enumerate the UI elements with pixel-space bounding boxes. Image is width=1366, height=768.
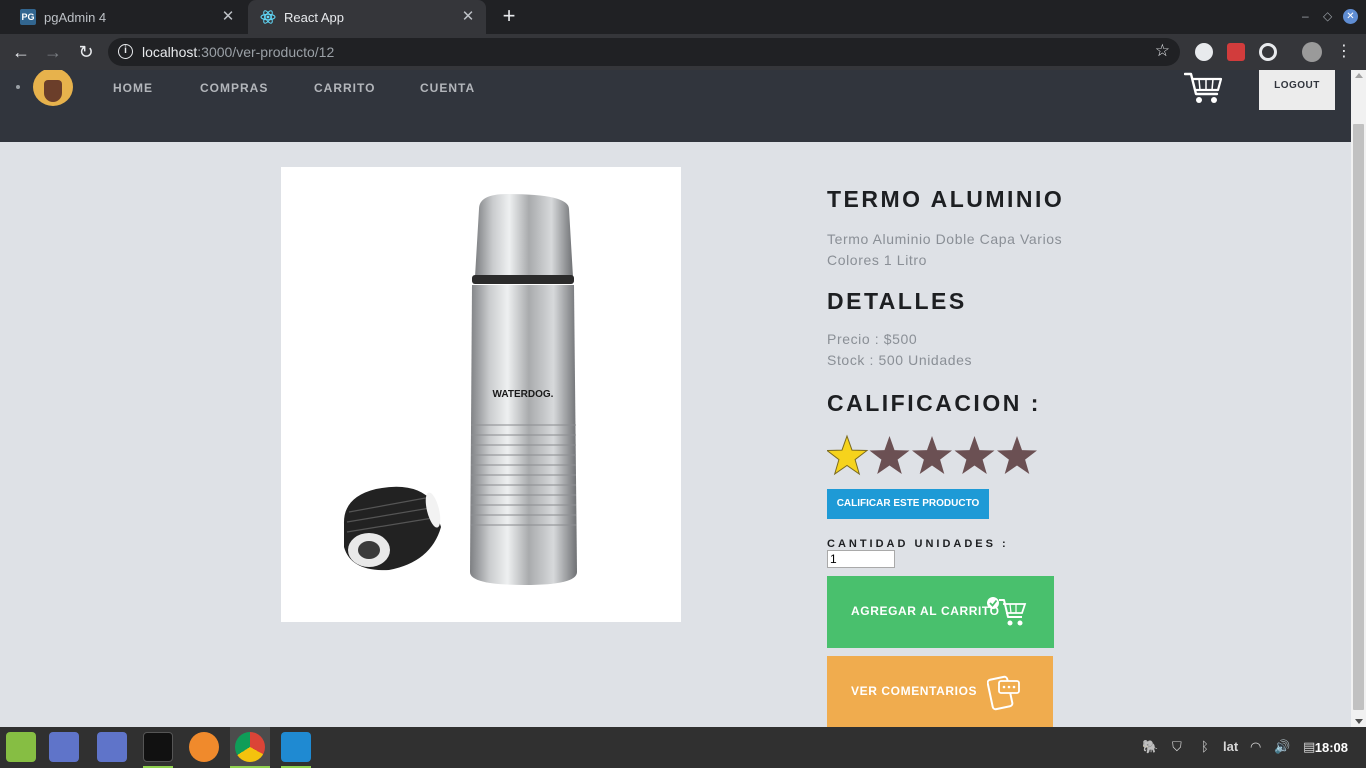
- close-icon[interactable]: ✕: [220, 9, 236, 25]
- site-navbar: HOME COMPRAS CARRITO CUENTA LOGOUT: [0, 70, 1351, 142]
- product-stock: Stock : 500 Unidades: [827, 352, 973, 368]
- menu-dots-icon[interactable]: ⋮: [1333, 41, 1355, 63]
- bluetooth-icon[interactable]: ᛒ: [1201, 739, 1209, 754]
- restore-icon[interactable]: ◇: [1323, 9, 1332, 23]
- window-close-icon[interactable]: ✕: [1343, 9, 1358, 24]
- product-image: WATERDOG.: [281, 167, 681, 622]
- nav-link-compras[interactable]: COMPRAS: [200, 81, 268, 95]
- wifi-icon[interactable]: ◠: [1250, 739, 1261, 755]
- firefox-icon[interactable]: [189, 732, 219, 762]
- reload-icon[interactable]: ↻: [75, 41, 97, 63]
- tab-title: pgAdmin 4: [44, 9, 107, 25]
- site-info-icon[interactable]: i: [118, 44, 133, 59]
- logo-mate-cup: [44, 80, 62, 102]
- minimize-icon[interactable]: –: [1302, 9, 1309, 23]
- os-taskbar: 🐘 ⛉ ᛒ lat ◠ 🔊 ▤ 18:08: [0, 727, 1366, 768]
- tab-pgadmin[interactable]: PG pgAdmin 4 ✕: [8, 0, 246, 34]
- tab-react-app[interactable]: React App ✕: [248, 0, 486, 34]
- page-scrollbar[interactable]: [1351, 70, 1366, 727]
- page-viewport: HOME COMPRAS CARRITO CUENTA LOGOUT WATER…: [0, 70, 1351, 727]
- terminal-icon[interactable]: [143, 732, 173, 762]
- profile-avatar[interactable]: [1302, 42, 1322, 62]
- add-to-cart-label: AGREGAR AL CARRITO: [851, 604, 1000, 618]
- url-path: :3000/ver-producto/12: [197, 44, 335, 60]
- quantity-input[interactable]: [827, 550, 895, 568]
- extension-icon[interactable]: [1227, 43, 1245, 61]
- logout-button[interactable]: LOGOUT: [1259, 70, 1335, 110]
- shield-icon[interactable]: ⛉: [1172, 739, 1182, 755]
- quantity-label: CANTIDAD UNIDADES :: [827, 538, 1009, 550]
- view-comments-label: VER COMENTARIOS: [851, 684, 978, 698]
- product-description: Termo Aluminio Doble Capa Varios Colores…: [827, 231, 1063, 268]
- extension-icon[interactable]: [1259, 43, 1277, 61]
- mate-logo-icon[interactable]: [33, 70, 73, 106]
- bookmark-star-icon[interactable]: ☆: [1155, 41, 1170, 61]
- desktop-icon[interactable]: [49, 732, 79, 762]
- files-folder-icon[interactable]: [97, 732, 127, 762]
- extension-icon[interactable]: [1195, 43, 1213, 61]
- nav-link-home[interactable]: HOME: [113, 81, 153, 95]
- nav-bullet: [16, 85, 20, 89]
- scroll-thumb[interactable]: [1353, 124, 1364, 710]
- browser-tab-strip: PG pgAdmin 4 ✕ React App ✕ + – ◇ ✕: [0, 0, 1366, 34]
- browser-toolbar: ← → ↻ i localhost:3000/ver-producto/12 ☆…: [0, 34, 1366, 70]
- view-comments-button[interactable]: VER COMENTARIOS: [827, 656, 1053, 727]
- pgadmin-favicon-icon: PG: [20, 9, 36, 25]
- nav-link-carrito[interactable]: CARRITO: [314, 81, 375, 95]
- keyboard-layout[interactable]: lat: [1223, 739, 1238, 754]
- react-icon: [260, 10, 276, 24]
- star-filled-icon[interactable]: [827, 434, 869, 476]
- new-tab-button[interactable]: +: [498, 5, 520, 28]
- postgres-tray-icon[interactable]: 🐘: [1142, 739, 1158, 755]
- scroll-down-arrow-icon[interactable]: [1355, 719, 1363, 724]
- star-empty-icon[interactable]: [954, 436, 995, 474]
- tab-title: React App: [284, 9, 344, 25]
- star-empty-icon[interactable]: [912, 436, 952, 474]
- scroll-up-arrow-icon[interactable]: [1355, 73, 1363, 78]
- rate-product-button[interactable]: CALIFICAR ESTE PRODUCTO: [827, 489, 989, 519]
- volume-icon[interactable]: 🔊: [1274, 739, 1290, 755]
- url-host: localhost: [142, 44, 198, 60]
- back-arrow-icon[interactable]: ←: [10, 41, 32, 63]
- phone-chat-icon: [987, 675, 1020, 711]
- forward-arrow-icon[interactable]: →: [42, 41, 64, 63]
- chrome-icon[interactable]: [235, 732, 265, 762]
- details-heading: DETALLES: [827, 288, 967, 314]
- cart-icon[interactable]: [1184, 70, 1224, 106]
- star-empty-icon[interactable]: [997, 436, 1037, 474]
- vscode-icon[interactable]: [281, 732, 311, 762]
- brand-label: WATERDOG.: [493, 389, 554, 400]
- url-text[interactable]: localhost:3000/ver-producto/12: [142, 44, 334, 60]
- close-icon[interactable]: ✕: [460, 9, 476, 25]
- add-to-cart-button[interactable]: AGREGAR AL CARRITO: [827, 576, 1054, 648]
- star-rating[interactable]: [827, 432, 1042, 480]
- clipboard-icon[interactable]: ▤: [1303, 739, 1315, 755]
- cart-check-icon: [987, 597, 1027, 626]
- rating-heading: CALIFICACION :: [827, 390, 1041, 416]
- star-empty-icon[interactable]: [869, 436, 910, 474]
- clock[interactable]: 18:08: [1315, 740, 1348, 755]
- product-price: Precio : $500: [827, 331, 918, 347]
- address-bar[interactable]: i localhost:3000/ver-producto/12 ☆: [108, 38, 1180, 66]
- mint-menu-icon[interactable]: [6, 732, 36, 762]
- thermos-illustration: WATERDOG.: [343, 194, 577, 585]
- product-title: TERMO ALUMINIO: [827, 186, 1065, 212]
- nav-link-cuenta[interactable]: CUENTA: [420, 81, 475, 95]
